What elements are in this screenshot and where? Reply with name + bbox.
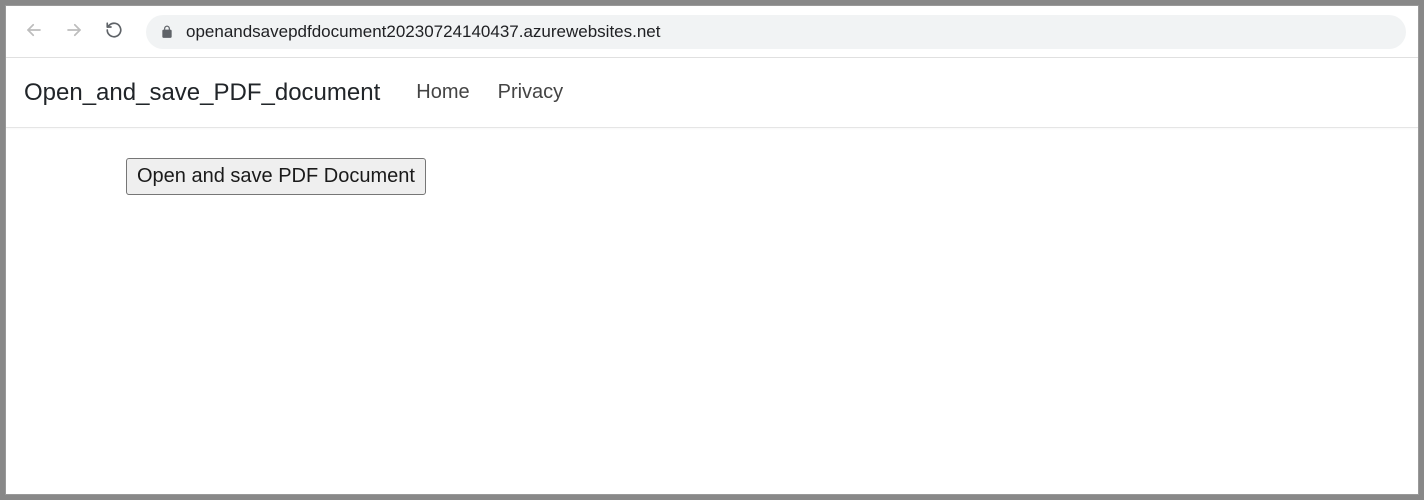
address-bar[interactable]: openandsavepdfdocument20230724140437.azu… [146, 15, 1406, 49]
back-button[interactable] [18, 16, 50, 48]
forward-button[interactable] [58, 16, 90, 48]
reload-icon [105, 21, 123, 42]
reload-button[interactable] [98, 16, 130, 48]
brand-title[interactable]: Open_and_save_PDF_document [24, 79, 380, 107]
url-text: openandsavepdfdocument20230724140437.azu… [186, 22, 661, 42]
lock-icon [160, 25, 174, 39]
page-content: Open_and_save_PDF_document Home Privacy … [6, 58, 1418, 494]
open-save-pdf-button[interactable]: Open and save PDF Document [126, 158, 426, 195]
nav-link-privacy[interactable]: Privacy [498, 81, 564, 104]
arrow-right-icon [65, 21, 83, 42]
nav-links: Home Privacy [416, 81, 563, 104]
nav-link-home[interactable]: Home [416, 81, 469, 104]
arrow-left-icon [25, 21, 43, 42]
page-body: Open and save PDF Document [6, 128, 1418, 195]
page-navbar: Open_and_save_PDF_document Home Privacy [6, 58, 1418, 128]
browser-toolbar: openandsavepdfdocument20230724140437.azu… [6, 6, 1418, 58]
browser-window: openandsavepdfdocument20230724140437.azu… [5, 5, 1419, 495]
